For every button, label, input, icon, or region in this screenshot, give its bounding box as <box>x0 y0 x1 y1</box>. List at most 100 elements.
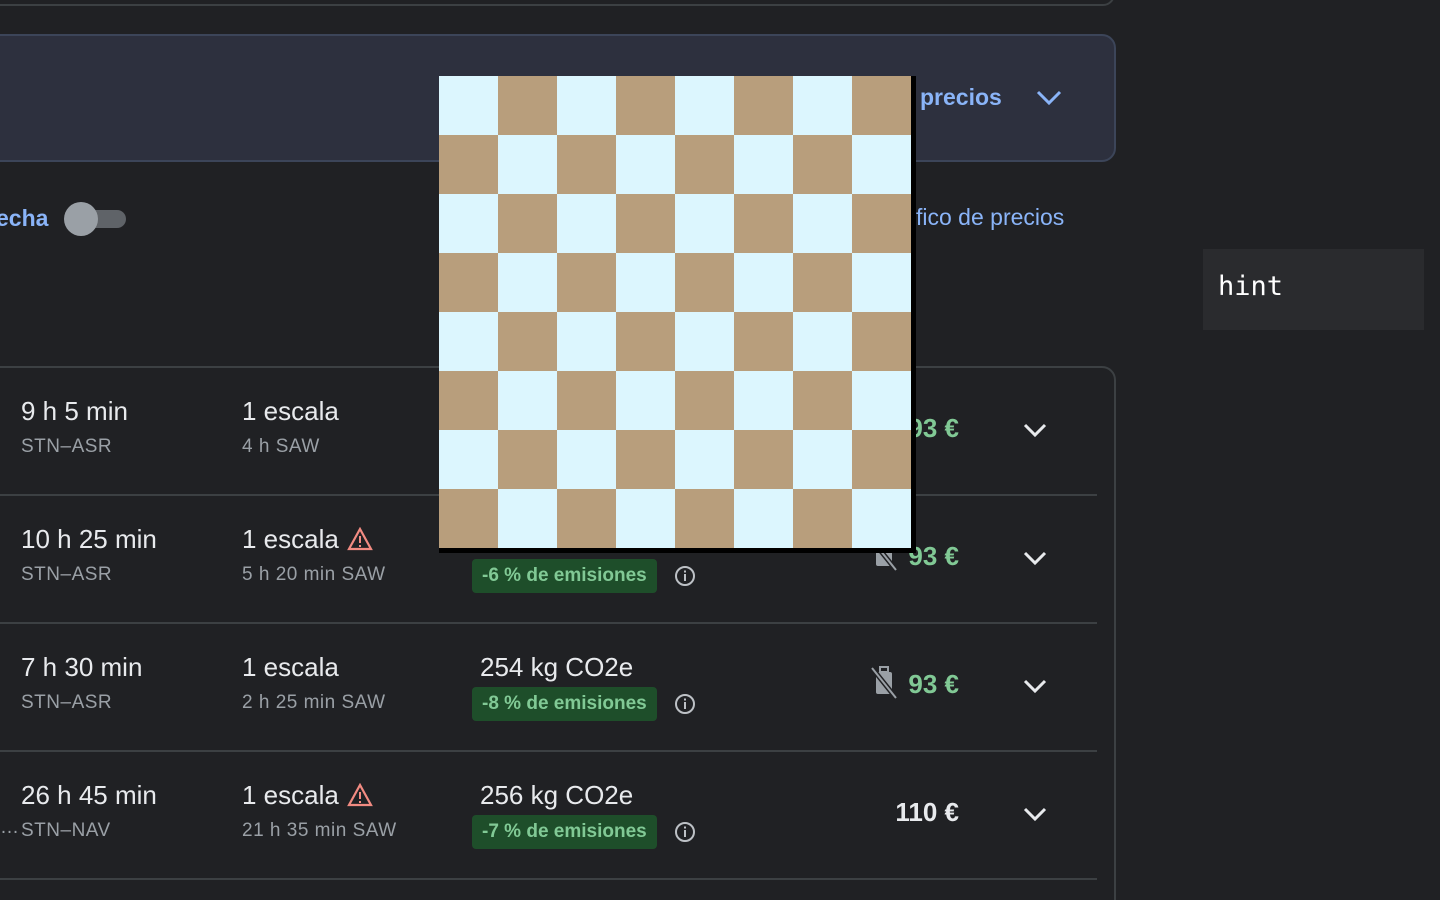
board-square <box>498 253 557 312</box>
board-square <box>439 371 498 430</box>
board-square <box>616 194 675 253</box>
flight-duration: 10 h 25 min <box>21 524 157 554</box>
flight-duration: 26 h 45 min <box>21 780 157 810</box>
flight-row[interactable]: 26 h 45 min STN–NAV 1 escala 21 h 35 min… <box>0 752 1097 880</box>
board-square <box>557 312 616 371</box>
board-square <box>616 489 675 548</box>
no-carry-on-bag-icon <box>870 666 898 700</box>
board-square <box>498 489 557 548</box>
board-square <box>498 430 557 489</box>
flight-row[interactable]: 7 h 30 min STN–ASR 1 escala 2 h 25 min S… <box>0 624 1097 752</box>
board-square <box>498 76 557 135</box>
warning-icon <box>346 527 373 551</box>
board-square <box>616 253 675 312</box>
board-square <box>852 312 911 371</box>
chevron-down-icon[interactable] <box>1035 86 1063 110</box>
board-square <box>793 253 852 312</box>
board-square <box>793 135 852 194</box>
board-square <box>616 371 675 430</box>
price-graph-link[interactable]: fico de precios <box>916 204 1064 231</box>
board-square <box>734 371 793 430</box>
board-square <box>734 430 793 489</box>
board-square <box>616 76 675 135</box>
price-history-link[interactable]: precios <box>920 84 1002 111</box>
board-square <box>734 135 793 194</box>
board-square <box>675 371 734 430</box>
board-square <box>557 76 616 135</box>
board-square <box>675 312 734 371</box>
board-square <box>852 489 911 548</box>
board-square <box>675 430 734 489</box>
flight-stops: 1 escala <box>242 524 373 555</box>
expand-chevron-icon[interactable] <box>1020 802 1050 826</box>
board-square <box>793 489 852 548</box>
co2-emissions: 254 kg CO2e <box>480 652 634 682</box>
board-square <box>793 76 852 135</box>
emissions-badge: -8 % de emisiones <box>472 687 657 721</box>
board-square <box>734 489 793 548</box>
flight-layover: 21 h 35 min SAW <box>242 820 397 841</box>
flight-stops: 1 escala <box>242 396 339 426</box>
board-square <box>675 76 734 135</box>
date-grid-toggle-label: echa <box>0 205 49 231</box>
checkerboard-grid <box>439 76 911 548</box>
flight-stops: 1 escala <box>242 652 339 682</box>
flight-layover: 4 h SAW <box>242 436 320 457</box>
board-square <box>852 194 911 253</box>
board-square <box>439 489 498 548</box>
flight-stops: 1 escala <box>242 780 373 811</box>
board-square <box>852 430 911 489</box>
board-square <box>675 135 734 194</box>
board-square <box>852 135 911 194</box>
flight-price: 93 € <box>908 669 959 699</box>
board-square <box>852 76 911 135</box>
flight-route: STN–NAV <box>21 820 111 841</box>
board-square <box>557 430 616 489</box>
board-square <box>557 371 616 430</box>
date-toggle-switch[interactable] <box>64 202 128 236</box>
board-square <box>439 312 498 371</box>
flight-route: STN–ASR <box>21 692 113 713</box>
board-square <box>557 253 616 312</box>
info-icon[interactable] <box>674 693 696 715</box>
info-icon[interactable] <box>674 821 696 843</box>
co2-emissions: 256 kg CO2e <box>480 780 634 810</box>
board-square <box>675 489 734 548</box>
flight-duration: 7 h 30 min <box>21 652 143 682</box>
flight-layover: 2 h 25 min SAW <box>242 692 386 713</box>
board-square <box>793 194 852 253</box>
stops-label: 1 escala <box>242 524 339 554</box>
expand-chevron-icon[interactable] <box>1020 674 1050 698</box>
emissions-badge: -7 % de emisiones <box>472 815 657 849</box>
board-square <box>498 194 557 253</box>
board-square <box>675 253 734 312</box>
board-square <box>734 253 793 312</box>
emissions-badge: -6 % de emisiones <box>472 559 657 593</box>
board-square <box>852 253 911 312</box>
expand-chevron-icon[interactable] <box>1020 418 1050 442</box>
board-square <box>734 194 793 253</box>
board-square <box>439 430 498 489</box>
board-square <box>498 312 557 371</box>
board-square <box>793 371 852 430</box>
flight-route: STN–ASR <box>21 436 113 457</box>
board-square <box>439 194 498 253</box>
hint-box: hint <box>1203 249 1424 330</box>
board-square <box>734 76 793 135</box>
board-square <box>616 312 675 371</box>
board-square <box>616 430 675 489</box>
stops-label: 1 escala <box>242 780 339 810</box>
board-square <box>557 194 616 253</box>
previous-card <box>0 0 1115 6</box>
board-square <box>734 312 793 371</box>
flight-layover: 5 h 20 min SAW <box>242 564 386 585</box>
board-square <box>498 371 557 430</box>
board-square <box>557 135 616 194</box>
board-square <box>439 253 498 312</box>
info-icon[interactable] <box>674 565 696 587</box>
board-square <box>439 76 498 135</box>
expand-chevron-icon[interactable] <box>1020 546 1050 570</box>
flight-route: STN–ASR <box>21 564 113 585</box>
flight-price: 110 € <box>895 797 959 827</box>
board-square <box>498 135 557 194</box>
